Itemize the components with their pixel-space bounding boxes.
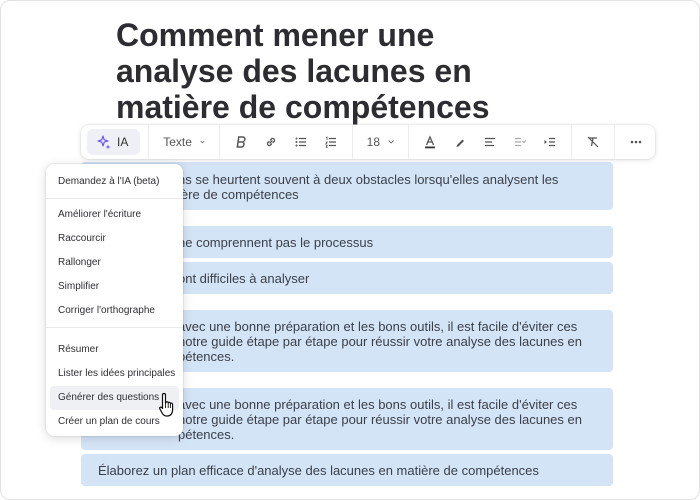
block-line: pétences. [178, 349, 235, 364]
chevron-down-icon [388, 140, 394, 144]
block-line: ont difficiles à analyser [178, 271, 310, 286]
menu-item-list-main-ideas[interactable]: Lister les idées principales [50, 362, 179, 386]
text-color-button[interactable] [417, 129, 443, 155]
toolbar-divider [408, 125, 410, 159]
bold-icon [236, 136, 246, 148]
toolbar-divider [614, 125, 615, 159]
title-line: Comment mener une [116, 17, 435, 53]
menu-item-fix-spelling[interactable]: Corriger l'orthographe [50, 299, 179, 323]
title-line: analyse des lacunes en [116, 53, 472, 89]
editor-window: Comment mener une analyse des lacunes en… [0, 0, 700, 500]
numbered-list-icon [324, 136, 336, 148]
link-icon [266, 137, 275, 147]
checklist-icon [515, 137, 527, 147]
bold-button[interactable] [228, 129, 254, 155]
block-line: ne comprennent pas le processus [178, 235, 374, 250]
ai-button[interactable]: IA [87, 129, 141, 155]
block-line: notre guide étape par étape pour réussir… [178, 334, 582, 349]
numbered-list-button[interactable] [318, 129, 344, 155]
text-color-icon [425, 135, 436, 149]
block-line: Élaborez un plan efficace d'analyse des … [98, 463, 539, 478]
block-line: avec une bonne préparation et les bons o… [178, 319, 578, 334]
toolbar-divider [571, 125, 573, 159]
indent-button[interactable] [537, 129, 563, 155]
title-line: matière de compétences [116, 89, 490, 125]
highlight-button[interactable] [447, 129, 473, 155]
ai-button-label: IA [117, 135, 129, 149]
text-style-value: Texte [163, 135, 192, 149]
menu-item-simplify[interactable]: Simplifier [50, 275, 179, 299]
hand-pointer-icon [159, 392, 174, 417]
menu-divider [46, 327, 183, 328]
block-line: ns se heurtent souvent à deux obstacles … [178, 172, 559, 187]
menu-item-improve-writing[interactable]: Améliorer l'écriture [50, 203, 179, 227]
toolbar-divider [351, 125, 353, 159]
align-left-icon [485, 137, 496, 147]
highlight-icon [456, 139, 465, 147]
toolbar-divider [218, 125, 220, 159]
bullet-list-icon [295, 137, 306, 147]
indent-icon [544, 137, 556, 147]
page-title: Comment mener une analyse des lacunes en… [116, 17, 556, 125]
block-line: avec une bonne préparation et les bons o… [178, 397, 578, 412]
font-size-dropdown[interactable]: 18 [361, 129, 401, 155]
content-block[interactable]: Élaborez un plan efficace d'analyse des … [81, 454, 613, 486]
checklist-button[interactable] [507, 129, 533, 155]
bullet-list-button[interactable] [288, 129, 314, 155]
block-line: ière de compétences [178, 187, 299, 202]
formatting-toolbar: IA Texte 18 [81, 125, 655, 159]
block-line: notre guide étape par étape pour réussir… [178, 412, 582, 427]
sparkle-icon [97, 135, 111, 149]
menu-item-summarize[interactable]: Résumer [50, 338, 179, 362]
clear-format-button[interactable] [580, 129, 606, 155]
ai-menu-header[interactable]: Demandez à l'IA (beta) [50, 170, 179, 194]
link-button[interactable] [258, 129, 284, 155]
align-button[interactable] [477, 129, 503, 155]
more-options-button[interactable] [623, 129, 649, 155]
block-line: pétences. [178, 427, 235, 442]
clear-format-icon [587, 136, 599, 148]
text-style-dropdown[interactable]: Texte [157, 129, 211, 155]
menu-item-lengthen[interactable]: Rallonger [50, 251, 179, 275]
toolbar-divider [148, 125, 150, 159]
font-size-value: 18 [366, 135, 380, 149]
chevron-down-icon [200, 140, 205, 144]
menu-item-shorten[interactable]: Raccourcir [50, 227, 179, 251]
menu-divider [46, 198, 183, 199]
more-icon [630, 140, 642, 144]
